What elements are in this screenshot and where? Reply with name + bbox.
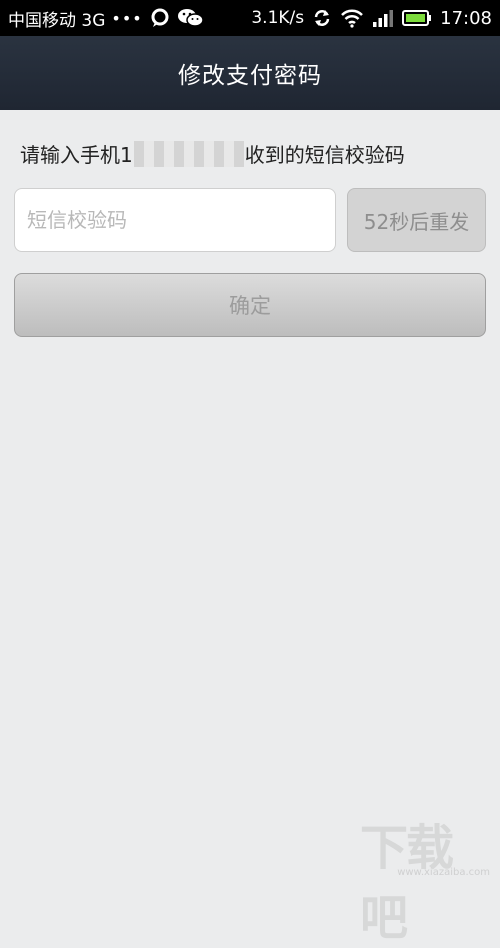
battery-icon — [402, 9, 432, 27]
message-icon — [149, 8, 171, 28]
network-speed: 3.1K/s — [251, 8, 305, 28]
instruction-text: 请输入手机1 收到的短信校验码 — [20, 139, 405, 168]
sync-icon — [312, 8, 332, 28]
title-bar: 修改支付密码 — [0, 36, 500, 110]
watermark-url: www.xiazaiba.com — [397, 867, 490, 878]
status-bar-left: 中国移动 3G ••• — [8, 6, 205, 31]
instruction-prefix: 请输入手机1 — [20, 143, 133, 167]
confirm-button-label: 确定 — [229, 294, 271, 318]
confirm-button[interactable]: 确定 — [14, 273, 486, 337]
wifi-icon — [340, 8, 364, 28]
clock: 17:08 — [440, 7, 492, 29]
status-bar: 中国移动 3G ••• 3.1K/s 17:08 — [0, 0, 500, 36]
page-title: 修改支付密码 — [178, 63, 322, 89]
resend-code-label: 52秒后重发 — [363, 209, 470, 234]
instruction-suffix: 收到的短信校验码 — [244, 143, 405, 167]
watermark: 下载吧 www.xiazaiba.com — [360, 808, 490, 946]
status-bar-right: 3.1K/s 17:08 — [251, 8, 492, 29]
resend-code-button[interactable]: 52秒后重发 — [347, 188, 486, 252]
sms-code-input[interactable] — [14, 188, 336, 252]
carrier-label: 中国移动 3G — [8, 10, 106, 31]
signal-icon — [372, 8, 394, 28]
watermark-logo: 下载吧 — [360, 820, 454, 946]
wechat-icon — [177, 7, 205, 29]
masked-phone-number — [133, 140, 244, 167]
notification-dots: ••• — [111, 8, 143, 28]
